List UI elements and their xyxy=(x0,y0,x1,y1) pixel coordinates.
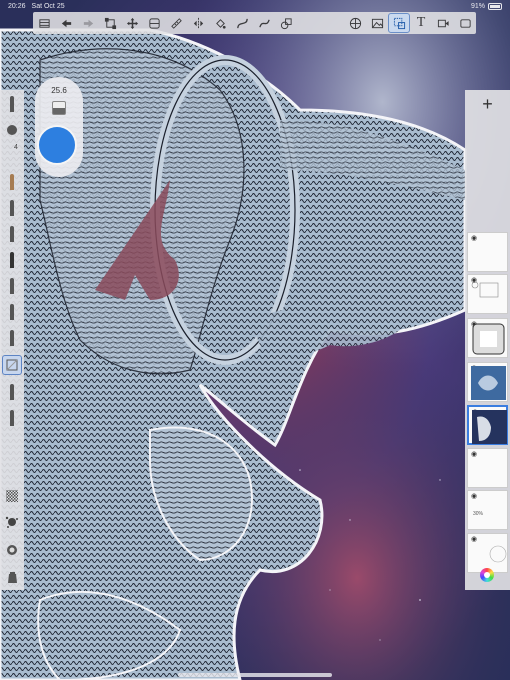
battery-percent: 91% xyxy=(470,2,485,10)
layer-opacity-label: 30% xyxy=(473,511,484,517)
texture-brush-icon[interactable] xyxy=(2,486,22,506)
pen-stick xyxy=(10,226,14,242)
battery-icon xyxy=(488,2,502,10)
reference-icon[interactable] xyxy=(388,13,410,33)
brush-stick xyxy=(10,96,14,112)
text-icon[interactable]: T xyxy=(410,13,432,33)
video-icon[interactable] xyxy=(432,13,454,33)
undo-icon[interactable] xyxy=(55,13,77,33)
status-time: 20:26 xyxy=(8,2,26,10)
ink-brush-icon[interactable] xyxy=(2,250,22,270)
status-right: 91% xyxy=(470,2,502,10)
layer-thumbnail[interactable]: ◉ xyxy=(467,318,508,358)
fill-bucket-icon[interactable] xyxy=(2,568,22,588)
stamp-brush-icon[interactable] xyxy=(2,540,22,560)
eraser-stick xyxy=(10,410,14,426)
layer-visibility-icon[interactable]: ◉ xyxy=(471,492,477,500)
brush-size-label: 4 xyxy=(14,144,18,151)
redo-icon[interactable] xyxy=(77,13,99,33)
symmetry-icon[interactable] xyxy=(187,13,209,33)
fill-icon[interactable] xyxy=(209,13,231,33)
smudge-stick xyxy=(10,384,14,400)
add-layer-button[interactable]: + xyxy=(465,90,510,118)
status-bar: 20:26 Sat Oct 25 91% xyxy=(0,0,510,12)
layer-thumbnail[interactable]: ◉ xyxy=(467,448,508,488)
move-icon[interactable] xyxy=(121,13,143,33)
home-indicator[interactable] xyxy=(178,673,332,677)
splatter-brush-icon[interactable] xyxy=(2,512,22,532)
layer-visibility-icon[interactable]: ◉ xyxy=(471,450,477,458)
ink-stick xyxy=(10,252,14,268)
size-slider-icon[interactable] xyxy=(2,120,22,140)
shape-icon[interactable] xyxy=(275,13,297,33)
blender-tool-icon[interactable] xyxy=(2,355,22,375)
layers-panel: + ◉ ◉ ◉ ◉ ◉ ◉ ◉ 30% ◉ xyxy=(465,90,510,590)
airbrush-stick xyxy=(10,278,14,294)
layer-thumbnail[interactable]: ◉ xyxy=(467,274,508,314)
layer-thumbnail[interactable]: ◉ xyxy=(467,533,508,573)
smudge-brush-icon[interactable] xyxy=(2,382,22,402)
perspective-grid-icon[interactable] xyxy=(344,13,366,33)
paint-stick xyxy=(10,304,14,320)
image-icon[interactable] xyxy=(366,13,388,33)
layer-thumbnail[interactable]: ◉ xyxy=(467,362,508,402)
status-date: Sat Oct 25 xyxy=(31,2,65,10)
paint-brush-icon[interactable] xyxy=(2,302,22,322)
layer-thumbnail-selected[interactable]: ◉ xyxy=(467,405,508,445)
brush-opacity-icon[interactable] xyxy=(52,101,66,115)
eraser-brush-icon[interactable] xyxy=(2,408,22,428)
stroke-icon[interactable] xyxy=(253,13,275,33)
ruler-icon[interactable] xyxy=(165,13,187,33)
brush-size-value: 25.6 xyxy=(51,86,67,95)
calligraphy-brush-icon[interactable] xyxy=(2,328,22,348)
curve-icon[interactable] xyxy=(231,13,253,33)
marker-stick xyxy=(10,200,14,216)
fullscreen-icon[interactable] xyxy=(454,13,476,33)
transform-icon[interactable] xyxy=(99,13,121,33)
pen-brush-icon[interactable] xyxy=(2,224,22,244)
gallery-icon[interactable] xyxy=(33,13,55,33)
brush-tool-icon[interactable] xyxy=(2,94,22,114)
layer-visibility-icon[interactable]: ◉ xyxy=(471,234,477,242)
airbrush-icon[interactable] xyxy=(2,276,22,296)
color-swatch-button[interactable] xyxy=(37,125,77,165)
top-toolbar: T xyxy=(33,12,476,34)
layer-thumbnail[interactable]: ◉ 30% xyxy=(467,490,508,530)
layers-stack-icon[interactable] xyxy=(143,13,165,33)
color-wheel-icon[interactable] xyxy=(480,568,494,582)
pencil-brush-icon[interactable] xyxy=(2,172,22,192)
pencil-stick xyxy=(10,174,14,190)
layer-thumbnail[interactable]: ◉ xyxy=(467,232,508,272)
marker-brush-icon[interactable] xyxy=(2,198,22,218)
left-tool-strip: 4 xyxy=(0,90,24,590)
calligraphy-stick xyxy=(10,330,14,346)
